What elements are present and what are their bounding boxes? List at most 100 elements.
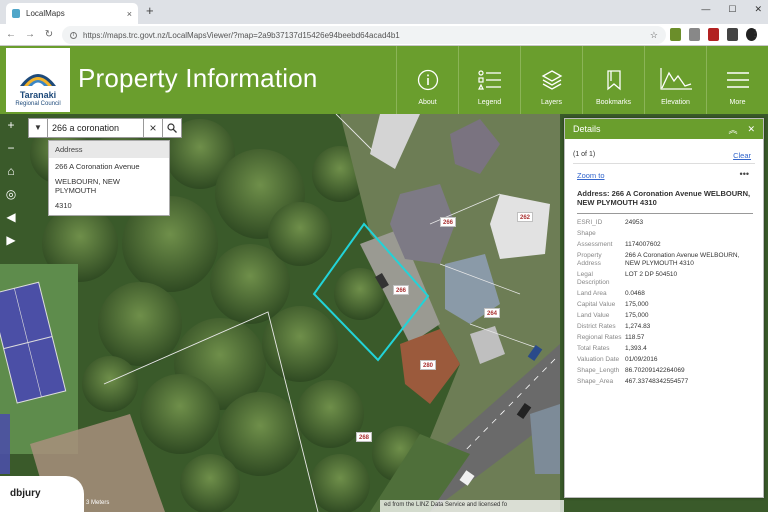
zoom-to-link[interactable]: Zoom to	[577, 171, 605, 180]
divider	[577, 213, 753, 214]
extension-icon[interactable]	[727, 28, 738, 41]
attribute-key: Total Rates	[577, 345, 610, 352]
map-side-tools: + − ⌂ ◎ ◀ ▶	[4, 118, 18, 247]
extension-icon[interactable]	[689, 28, 700, 41]
elevation-icon	[659, 68, 692, 90]
elevation-button[interactable]: Elevation	[644, 46, 706, 114]
attribute-row: Shape_Area 467.33748342554577	[577, 378, 755, 386]
trc-logo: Taranaki Regional Council	[6, 48, 70, 112]
attribute-value: 0.0468	[625, 290, 645, 297]
attribute-key: Shape_Length	[577, 367, 620, 374]
forward-arrow-icon[interactable]: →	[22, 29, 38, 40]
attribute-value: 266 A Coronation Avenue WELBOURN, NEW PL…	[625, 252, 740, 267]
menu-icon	[726, 72, 749, 88]
attribute-key: Property Address	[577, 252, 602, 267]
bookmark-icon	[606, 70, 621, 91]
attribute-row: Shape_Length 86.70209142264069	[577, 367, 755, 375]
search-button[interactable]	[162, 118, 182, 138]
attribute-table: ESRI_ID 24953 Shape Assessment 1174007602 Pro…	[577, 219, 755, 389]
about-button[interactable]: About	[396, 46, 458, 114]
attribute-row: Land Area 0.0468	[577, 290, 755, 298]
home-icon[interactable]: ⌂	[4, 164, 18, 178]
zoom-out-button[interactable]: −	[4, 141, 18, 155]
more-button[interactable]: More	[706, 46, 768, 114]
tab-title: LocalMaps	[26, 9, 65, 18]
result-count: (1 of 1)	[573, 151, 596, 158]
property-number-label: 280	[420, 360, 436, 370]
attribute-row: Regional Rates 118.57	[577, 334, 755, 342]
bookmarks-label: Bookmarks	[595, 99, 631, 106]
attribute-value: 24953	[625, 219, 644, 226]
property-number-label: 266	[393, 285, 409, 295]
url-input[interactable]: i https://maps.trc.govt.nz/LocalMapsView…	[62, 26, 666, 44]
user-tag: dbjury	[0, 476, 84, 512]
clear-link[interactable]: Clear	[733, 151, 751, 160]
tab-close-icon[interactable]: ×	[127, 9, 132, 19]
next-extent-icon[interactable]: ▶	[4, 233, 18, 247]
attribute-key: Valuation Date	[577, 356, 620, 363]
bookmarks-button[interactable]: Bookmarks	[582, 46, 644, 114]
search-input[interactable]	[48, 118, 144, 138]
property-number-label: 268	[356, 432, 372, 442]
attribute-value: 175,000	[625, 312, 649, 319]
layers-label: Layers	[540, 99, 562, 106]
attribute-row: Total Rates 1,393.4	[577, 345, 755, 353]
attribute-row: Legal Description LOT 2 DP 504510	[577, 271, 755, 287]
more-label: More	[729, 99, 746, 106]
bookmark-star-icon[interactable]: ☆	[650, 30, 658, 41]
suggestion-group-header: Address	[49, 141, 169, 158]
suggestion-item[interactable]: 266 A Coronation Avenue WELBOURN, NEW PL…	[49, 158, 169, 215]
attribute-key: Legal Description	[577, 271, 610, 286]
property-number-label: 262	[517, 212, 533, 222]
attribute-key: Capital Value	[577, 301, 616, 308]
details-panel: Details ︽ ✕ (1 of 1) Clear Zoom to ••• A…	[564, 118, 764, 498]
attribute-row: Property Address 266 A Coronation Avenue …	[577, 252, 755, 268]
search-source-dropdown[interactable]: ▼	[28, 118, 48, 138]
legend-label: Legend	[477, 99, 502, 106]
close-icon[interactable]: ✕	[747, 124, 755, 135]
zoom-in-button[interactable]: +	[4, 118, 18, 132]
details-header: Details ︽ ✕	[565, 119, 763, 139]
property-number-label: 266	[440, 217, 456, 227]
logo-name: Taranaki	[19, 90, 57, 100]
attribute-row: ESRI_ID 24953	[577, 219, 755, 227]
attribute-row: District Rates 1,274.83	[577, 323, 755, 331]
attribute-value: 467.33748342554577	[625, 378, 689, 385]
reload-icon[interactable]: ↻	[41, 29, 57, 40]
browser-tab[interactable]: LocalMaps ×	[6, 3, 138, 24]
layers-icon	[541, 70, 562, 90]
attribute-row: Shape	[577, 230, 755, 238]
attribute-row: Valuation Date 01/09/2016	[577, 356, 755, 364]
browser-menu-icon[interactable]: ⋮	[750, 28, 760, 39]
localmaps-favicon-icon	[12, 9, 20, 18]
previous-extent-icon[interactable]: ◀	[4, 210, 18, 224]
window-controls: — ☐ ✕	[701, 4, 762, 15]
locate-icon[interactable]: ◎	[4, 187, 18, 201]
pdf-extension-icon[interactable]	[708, 28, 719, 41]
attribute-row: Capital Value 175,000	[577, 301, 755, 309]
more-options-icon[interactable]: •••	[740, 169, 749, 179]
attribute-value	[625, 230, 755, 238]
app-header: Taranaki Regional Council Property Infor…	[0, 46, 768, 114]
attribute-value: 01/09/2016	[625, 356, 658, 363]
minimize-button[interactable]: —	[701, 4, 710, 15]
legend-button[interactable]: Legend	[458, 46, 520, 114]
new-tab-button[interactable]: +	[146, 3, 154, 18]
attribute-value: LOT 2 DP 504510	[625, 271, 678, 278]
maximize-button[interactable]: ☐	[728, 4, 736, 15]
collapse-icon[interactable]: ︽	[728, 123, 737, 136]
extension-icons	[670, 28, 757, 41]
layers-button[interactable]: Layers	[520, 46, 582, 114]
attribute-value: 175,000	[625, 301, 649, 308]
back-arrow-icon[interactable]: ←	[3, 29, 19, 40]
info-icon[interactable]: i	[70, 31, 77, 39]
attribute-key: District Rates	[577, 323, 616, 330]
page-title: Property Information	[78, 63, 318, 93]
info-icon	[417, 69, 438, 91]
elevation-label: Elevation	[661, 99, 690, 106]
about-label: About	[418, 99, 437, 106]
map-attribution: ed from the LINZ Data Service and licens…	[380, 500, 564, 512]
close-window-button[interactable]: ✕	[754, 4, 762, 15]
search-clear-icon[interactable]: ×	[144, 118, 162, 138]
extension-icon[interactable]	[670, 28, 681, 41]
